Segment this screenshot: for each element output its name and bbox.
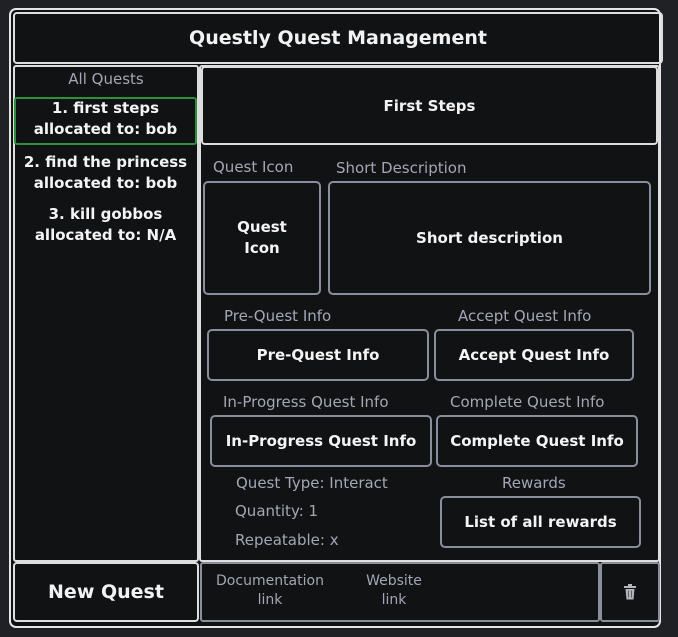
quest-icon-text: Quest — [237, 218, 287, 236]
website-link-text: Website — [366, 573, 422, 589]
quest-type[interactable]: Quest Type: Interact — [236, 474, 388, 492]
short-description-value: Short description — [416, 229, 563, 247]
pre-quest-value: Pre-Quest Info — [256, 346, 380, 364]
quest-list-item[interactable]: 1. first steps allocated to: bob — [14, 98, 197, 140]
pre-quest-field[interactable]: Pre-Quest Info — [207, 329, 429, 381]
rewards-value: List of all rewards — [464, 513, 617, 531]
complete-quest-value: Complete Quest Info — [450, 432, 624, 450]
documentation-link-text: Documentation — [216, 573, 324, 589]
quest-icon-text: Icon — [244, 239, 280, 257]
accept-quest-field[interactable]: Accept Quest Info — [434, 329, 634, 381]
quest-assignee: allocated to: bob — [33, 174, 178, 192]
documentation-link[interactable]: Documentation link — [206, 572, 334, 610]
short-description-field[interactable]: Short description — [328, 181, 651, 295]
short-description-label: Short Description — [336, 159, 467, 177]
quest-icon-label: Quest Icon — [213, 158, 294, 176]
accept-quest-label: Accept Quest Info — [458, 307, 592, 325]
complete-quest-field[interactable]: Complete Quest Info — [436, 415, 638, 467]
quest-assignee: allocated to: bob — [33, 120, 178, 138]
accept-quest-value: Accept Quest Info — [458, 346, 610, 364]
rewards-label: Rewards — [502, 474, 566, 492]
pre-quest-label: Pre-Quest Info — [224, 307, 332, 325]
app-header: Questly Quest Management — [13, 12, 663, 64]
quest-title-value: First Steps — [383, 96, 476, 115]
new-quest-label: New Quest — [48, 581, 164, 603]
website-link[interactable]: Website link — [352, 572, 436, 610]
in-progress-value: In-Progress Quest Info — [225, 432, 417, 450]
in-progress-field[interactable]: In-Progress Quest Info — [210, 415, 432, 467]
quest-title: 1. first steps — [51, 99, 160, 117]
website-link-text: link — [381, 592, 407, 608]
new-quest-button[interactable]: New Quest — [13, 562, 199, 622]
rewards-field[interactable]: List of all rewards — [440, 496, 641, 548]
complete-quest-label: Complete Quest Info — [450, 393, 605, 411]
quest-title: 2. find the princess — [23, 153, 188, 171]
trash-icon — [623, 584, 637, 600]
quest-quantity[interactable]: Quantity: 1 — [235, 502, 318, 520]
quest-title: 3. kill gobbos — [48, 205, 163, 223]
quest-title-field[interactable]: First Steps — [201, 66, 658, 145]
quest-assignee: allocated to: N/A — [34, 226, 177, 244]
sidebar-heading: All Quests — [68, 70, 144, 88]
quest-list-item[interactable]: 3. kill gobbos allocated to: N/A — [14, 204, 197, 246]
quest-repeatable[interactable]: Repeatable: x — [235, 531, 339, 549]
delete-quest-button[interactable] — [600, 562, 660, 622]
app-title: Questly Quest Management — [189, 27, 487, 49]
documentation-link-text: link — [257, 592, 283, 608]
quest-icon-upload[interactable]: Quest Icon — [203, 181, 321, 295]
quest-list-item[interactable]: 2. find the princess allocated to: bob — [14, 152, 197, 194]
in-progress-label: In-Progress Quest Info — [223, 393, 389, 411]
